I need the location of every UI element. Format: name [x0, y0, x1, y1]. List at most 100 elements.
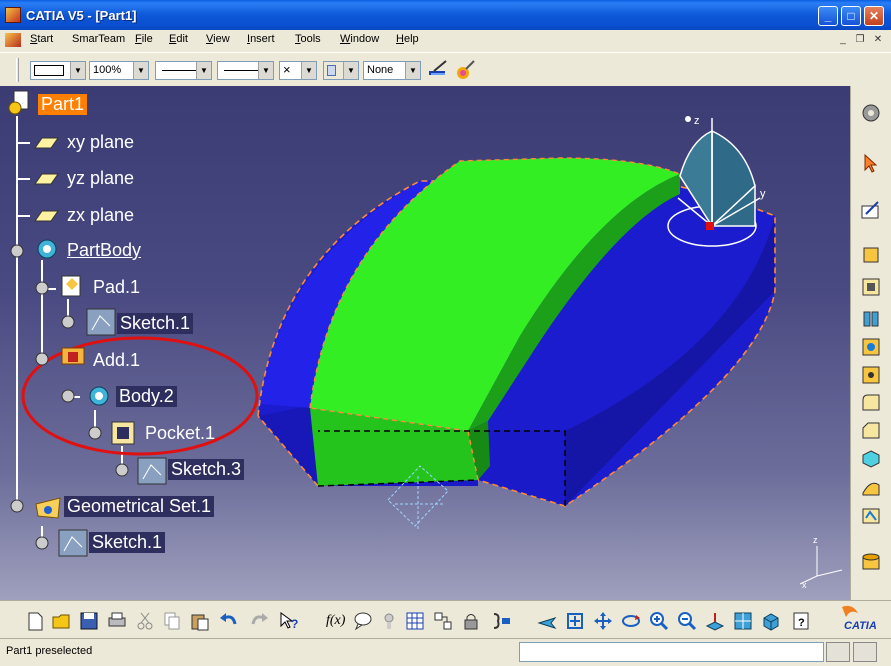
mdi-minimize-button[interactable]: _ — [835, 33, 851, 47]
tree-item-pocket[interactable]: Pocket.1 — [145, 423, 215, 444]
add-boolean-icon — [61, 347, 85, 365]
tree-root-part1[interactable]: Part1 — [38, 94, 88, 115]
painter-brush-icon[interactable] — [426, 59, 450, 81]
menu-view[interactable]: View — [206, 33, 230, 45]
open-folder-icon[interactable] — [50, 610, 72, 632]
collapse-partbody-toggle[interactable] — [10, 244, 24, 258]
tree-item-pad[interactable]: Pad.1 — [93, 277, 140, 298]
linetype-combo[interactable]: ▼ — [155, 61, 212, 80]
redo-icon[interactable] — [248, 610, 270, 632]
hide-show-icon[interactable]: ? — [790, 610, 812, 632]
quick-view-cube-icon[interactable] — [760, 610, 782, 632]
save-icon[interactable] — [78, 610, 100, 632]
rendering-style-combo[interactable]: ▼ — [323, 61, 359, 80]
whats-this-icon[interactable]: ? — [278, 610, 300, 632]
thickness-combo[interactable]: ▼ — [217, 61, 274, 80]
close-button[interactable]: ✕ — [864, 6, 884, 26]
table-icon[interactable] — [404, 610, 426, 632]
multi-view-icon[interactable] — [732, 610, 754, 632]
print-icon[interactable] — [106, 610, 128, 632]
maximize-button[interactable]: □ — [841, 6, 861, 26]
toolbar-grip[interactable] — [16, 58, 19, 82]
rib-icon[interactable] — [860, 364, 882, 386]
knowledge-icon[interactable] — [378, 610, 400, 632]
tree-item-partbody[interactable]: PartBody — [67, 240, 141, 261]
tree-item-body2[interactable]: Body.2 — [116, 386, 177, 407]
collapse-body2-toggle[interactable] — [61, 389, 75, 403]
menu-window[interactable]: Window — [340, 33, 379, 45]
collapse-pocket-toggle[interactable] — [88, 426, 102, 440]
sketch-icon — [86, 308, 116, 336]
comment-icon[interactable] — [352, 610, 374, 632]
catalog-icon[interactable] — [432, 610, 454, 632]
menu-smarteam[interactable]: SmarTeam — [72, 33, 125, 45]
cut-icon[interactable] — [134, 610, 156, 632]
menu-start[interactable]: Start — [30, 33, 53, 45]
point-symbol-combo[interactable]: × ▼ — [279, 61, 317, 80]
collapse-geoset-toggle[interactable] — [10, 499, 24, 513]
select-arrow-icon[interactable] — [860, 152, 882, 174]
chamfer-icon[interactable] — [860, 420, 882, 442]
formula-button[interactable]: f(x) — [326, 613, 345, 629]
shaft-icon[interactable] — [860, 308, 882, 330]
tree-item-geometrical-set[interactable]: Geometrical Set.1 — [64, 496, 215, 517]
tree-item-sketch1-b[interactable]: Sketch.1 — [89, 532, 166, 553]
rotate-icon[interactable] — [620, 610, 642, 632]
tree-item-yz-plane[interactable]: yz plane — [67, 168, 134, 189]
normal-view-icon[interactable] — [704, 610, 726, 632]
menu-edit[interactable]: Edit — [169, 33, 188, 45]
minimize-button[interactable]: _ — [818, 6, 838, 26]
apply-material-icon[interactable] — [860, 550, 882, 572]
surface-operation-icon[interactable] — [860, 476, 882, 498]
menu-tools[interactable]: Tools — [295, 33, 321, 45]
pan-icon[interactable] — [592, 610, 614, 632]
menu-help[interactable]: Help — [396, 33, 419, 45]
fit-all-icon[interactable] — [564, 610, 586, 632]
tree-item-add[interactable]: Add.1 — [93, 350, 140, 371]
layer-combo[interactable]: None ▼ — [363, 61, 421, 80]
hole-icon[interactable] — [860, 336, 882, 358]
expand-sketch-toggle[interactable] — [61, 315, 75, 329]
zoom-out-icon[interactable] — [676, 610, 698, 632]
menu-file[interactable]: File — [135, 33, 153, 45]
transparency-combo[interactable]: 100% ▼ — [89, 61, 149, 80]
lock-icon[interactable] — [460, 610, 482, 632]
properties-wand-icon[interactable] — [455, 58, 477, 82]
pad-icon[interactable] — [860, 244, 882, 266]
svg-text:?: ? — [798, 617, 805, 629]
menu-insert[interactable]: Insert — [247, 33, 275, 45]
status-action-button-2[interactable] — [853, 642, 877, 662]
collapse-add-toggle[interactable] — [35, 352, 49, 366]
color-combo[interactable]: ▼ — [30, 61, 86, 80]
tree-item-sketch3[interactable]: Sketch.3 — [168, 459, 245, 480]
mdi-restore-button[interactable]: ❐ — [852, 33, 868, 47]
gear-icon[interactable] — [860, 102, 882, 124]
tree-item-zx-plane[interactable]: zx plane — [67, 205, 134, 226]
3d-viewport[interactable]: z y z x Part1 xy plane yz plane zx plane… — [0, 86, 850, 600]
tree-item-sketch1-a[interactable]: Sketch.1 — [117, 313, 194, 334]
transformation-icon[interactable] — [860, 448, 882, 470]
collapse-pad-toggle[interactable] — [35, 281, 49, 295]
undo-icon[interactable] — [218, 610, 240, 632]
pocket-icon[interactable] — [860, 276, 882, 298]
macro-icon[interactable] — [490, 610, 512, 632]
mdi-close-button[interactable]: ✕ — [870, 33, 886, 47]
expand-sketch1-toggle[interactable] — [35, 536, 49, 550]
status-action-button-1[interactable] — [826, 642, 850, 662]
zoom-in-icon[interactable] — [648, 610, 670, 632]
expand-sketch3-toggle[interactable] — [115, 463, 129, 477]
power-input-field[interactable] — [519, 642, 824, 662]
plane-icon — [34, 137, 59, 149]
catia-logo: CATIA — [842, 605, 877, 632]
fly-mode-icon[interactable] — [536, 610, 558, 632]
new-file-icon[interactable] — [24, 610, 46, 632]
fillet-icon[interactable] — [860, 392, 882, 414]
window-title: CATIA V5 - [Part1] — [26, 8, 137, 23]
paste-icon[interactable] — [189, 610, 211, 632]
copy-icon[interactable] — [161, 610, 183, 632]
catia-app-icon[interactable] — [5, 7, 21, 23]
annotation-icon[interactable] — [860, 504, 882, 526]
sketcher-icon[interactable] — [860, 198, 882, 220]
catia-document-icon[interactable] — [5, 33, 21, 47]
tree-item-xy-plane[interactable]: xy plane — [67, 132, 134, 153]
